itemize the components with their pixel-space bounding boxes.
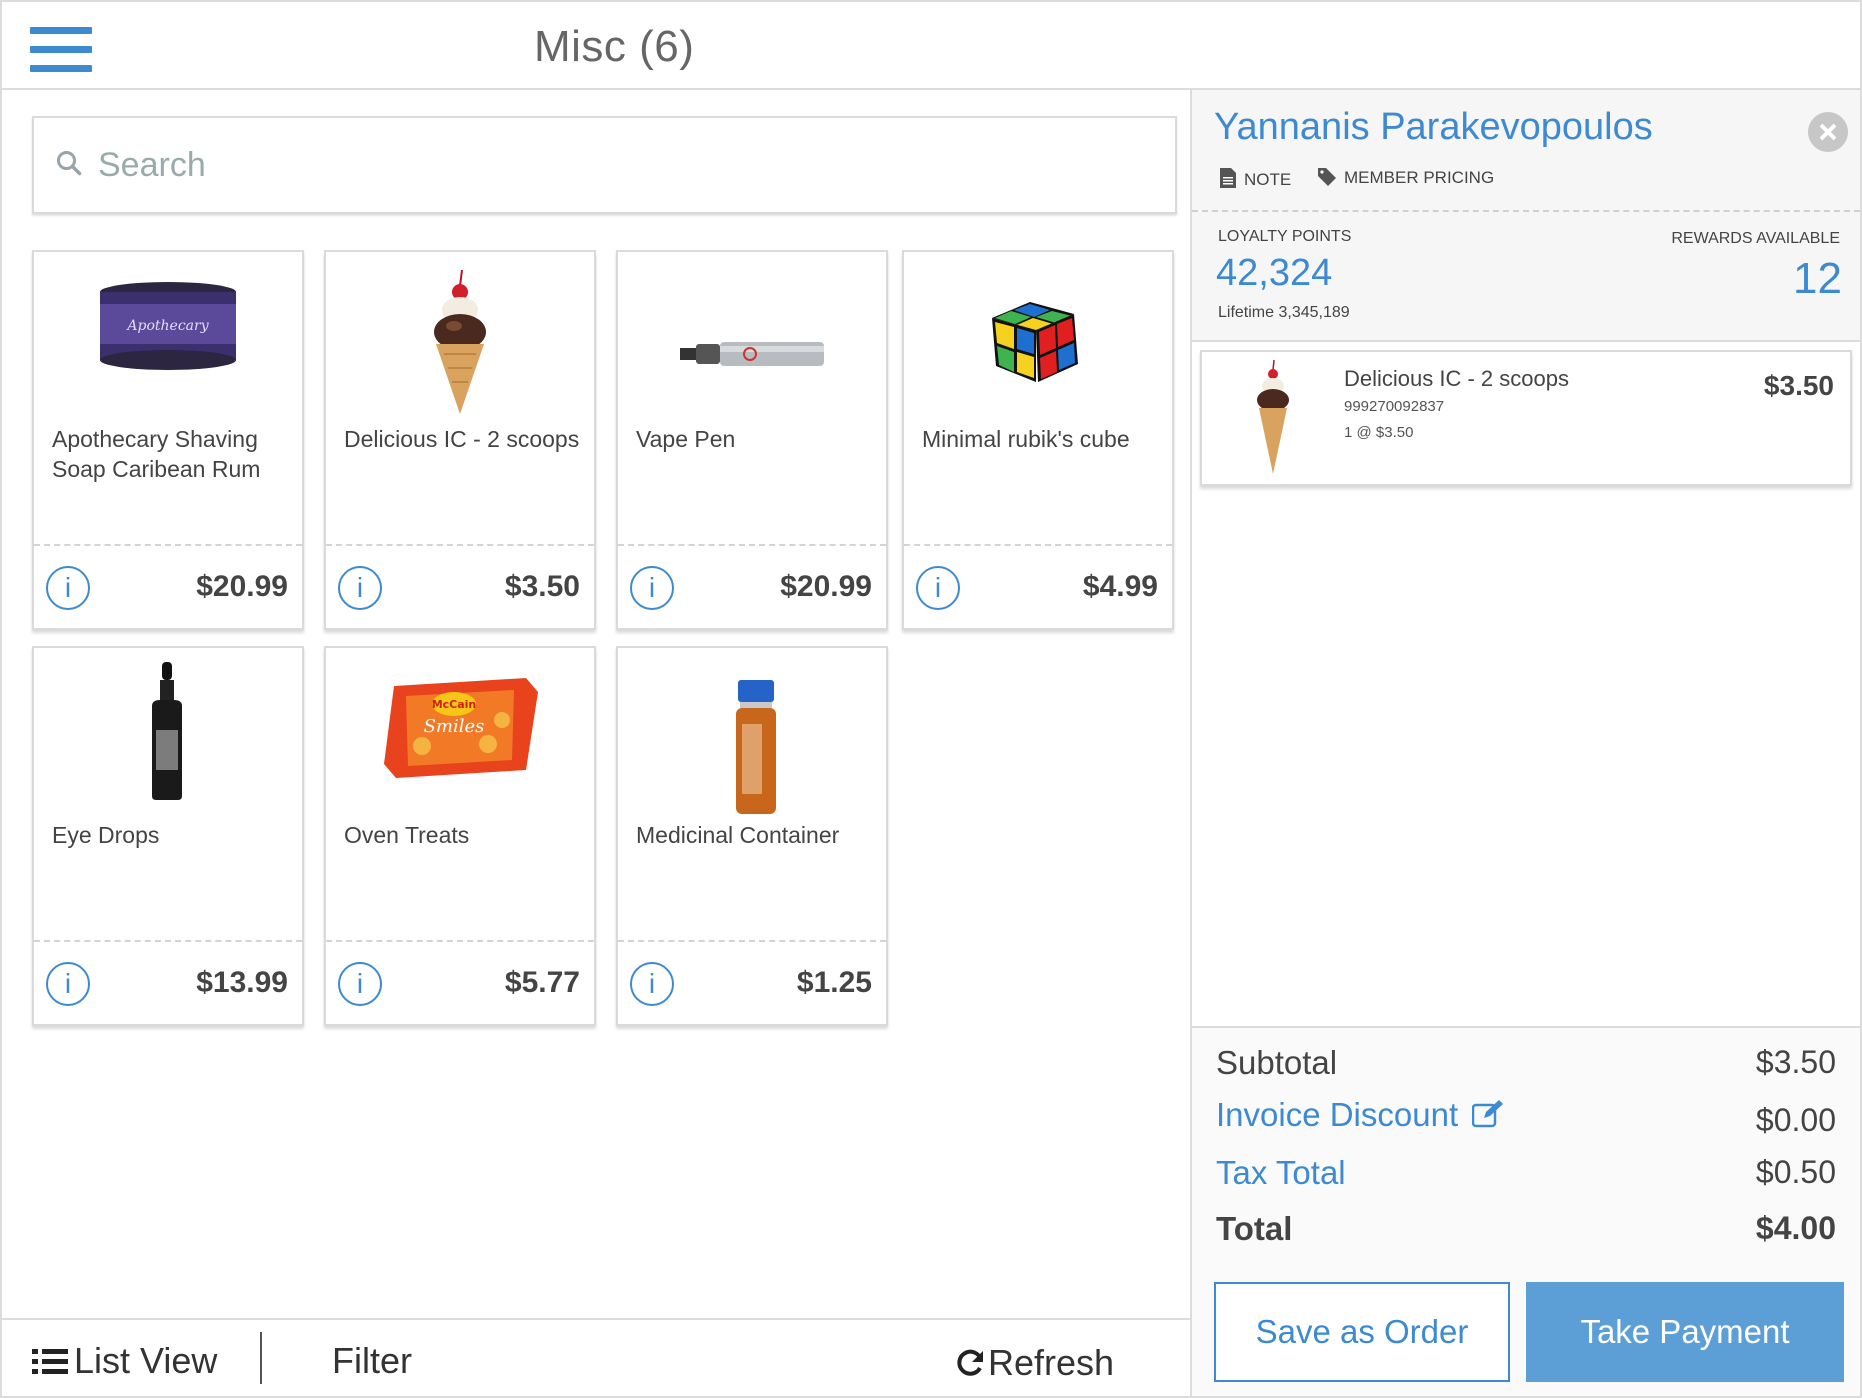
- smiles-bag-image: McCain Smiles: [326, 660, 594, 828]
- refresh-label: Refresh: [988, 1342, 1115, 1383]
- ice-cream-cone-image: [326, 264, 594, 432]
- product-card[interactable]: Minimal rubik's cube i $4.99: [902, 250, 1174, 630]
- total-label: Total: [1216, 1210, 1293, 1247]
- product-name: Vape Pen: [636, 426, 736, 452]
- cart-line-item[interactable]: Delicious IC - 2 scoops 999270092837 1 @…: [1200, 350, 1852, 486]
- page-title: Misc (6): [534, 22, 695, 71]
- info-icon[interactable]: i: [338, 962, 382, 1006]
- search-input[interactable]: [98, 136, 1158, 194]
- product-price: $3.50: [504, 570, 580, 603]
- svg-text:McCain: McCain: [432, 698, 477, 711]
- list-view-button[interactable]: List View: [32, 1340, 217, 1382]
- product-price: $5.77: [504, 966, 580, 999]
- invoice-discount-button[interactable]: Invoice Discount: [1216, 1096, 1504, 1134]
- subtotal-value: $3.50: [1755, 1044, 1836, 1080]
- save-as-order-button[interactable]: Save as Order: [1214, 1282, 1510, 1382]
- info-icon[interactable]: i: [630, 962, 674, 1006]
- loyalty-points-value: 42,324: [1216, 252, 1333, 294]
- product-name: Minimal rubik's cube: [922, 426, 1130, 452]
- lifetime-points: Lifetime 3,345,189: [1218, 304, 1350, 321]
- card-divider: [326, 940, 594, 942]
- product-card[interactable]: Vape Pen i $20.99: [616, 250, 888, 630]
- invoice-discount-label: Invoice Discount: [1216, 1096, 1459, 1133]
- card-divider: [34, 544, 302, 546]
- bottom-toolbar: List View Filter Refresh: [2, 1318, 1190, 1396]
- note-button[interactable]: NOTE: [1220, 168, 1291, 190]
- info-icon[interactable]: i: [630, 566, 674, 610]
- product-price: $20.99: [196, 570, 288, 603]
- search-box[interactable]: [32, 116, 1177, 214]
- hamburger-menu-icon[interactable]: [30, 27, 92, 73]
- info-icon[interactable]: i: [46, 566, 90, 610]
- member-pricing-label: MEMBER PRICING: [1344, 168, 1495, 187]
- line-item-quantity: 1 @ $3.50: [1344, 424, 1414, 441]
- customer-name[interactable]: Yannanis Parakevopoulos: [1214, 106, 1653, 149]
- tax-total-value: $0.50: [1755, 1154, 1836, 1190]
- card-divider: [904, 544, 1172, 546]
- info-icon[interactable]: i: [916, 566, 960, 610]
- invoice-discount-value: $0.00: [1755, 1102, 1836, 1138]
- product-price: $20.99: [780, 570, 872, 603]
- card-divider: [34, 940, 302, 942]
- top-bar: Misc (6): [2, 2, 1860, 90]
- info-icon[interactable]: i: [46, 962, 90, 1006]
- product-name: Delicious IC - 2 scoops: [344, 426, 580, 452]
- note-label: NOTE: [1244, 170, 1292, 189]
- product-name: Eye Drops: [52, 822, 160, 848]
- note-icon: [1220, 168, 1236, 188]
- product-card[interactable]: McCain Smiles Oven Treats i $5.77: [324, 646, 596, 1026]
- card-divider: [618, 940, 886, 942]
- loyalty-points-label: LOYALTY POINTS: [1218, 228, 1352, 245]
- line-item-name: Delicious IC - 2 scoops: [1344, 366, 1569, 391]
- dropper-bottle-image: [34, 660, 302, 828]
- edit-icon: [1471, 1100, 1504, 1128]
- list-icon: [32, 1349, 68, 1374]
- apothecary-jar-image: Apothecary: [34, 264, 302, 432]
- product-price: $4.99: [1082, 570, 1158, 603]
- rubiks-cube-image: [904, 264, 1172, 432]
- member-pricing-button[interactable]: MEMBER PRICING: [1318, 168, 1494, 188]
- tax-total-label[interactable]: Tax Total: [1216, 1154, 1346, 1192]
- vape-pen-image: [618, 264, 886, 432]
- card-divider: [618, 544, 886, 546]
- loyalty-panel: LOYALTY POINTS 42,324 Lifetime 3,345,189…: [1192, 212, 1860, 342]
- filter-button[interactable]: Filter: [332, 1340, 412, 1382]
- svg-text:Apothecary: Apothecary: [125, 318, 209, 334]
- product-card[interactable]: Eye Drops i $13.99: [32, 646, 304, 1026]
- rewards-available-label: REWARDS AVAILABLE: [1671, 230, 1840, 247]
- cart-pane: Yannanis Parakevopoulos NOTE MEMBER PRIC…: [1190, 90, 1860, 1396]
- ice-cream-cone-image: [1212, 356, 1332, 482]
- product-price: $13.99: [196, 966, 288, 999]
- rewards-available-value: 12: [1793, 254, 1842, 303]
- subtotal-label: Subtotal: [1216, 1044, 1338, 1081]
- product-card[interactable]: Apothecary Apothecary Shaving Soap Carib…: [32, 250, 304, 630]
- list-view-label: List View: [74, 1340, 218, 1381]
- info-icon[interactable]: i: [338, 566, 382, 610]
- take-payment-button[interactable]: Take Payment: [1526, 1282, 1844, 1382]
- search-icon: [57, 151, 82, 176]
- refresh-button[interactable]: Refresh: [956, 1342, 1114, 1384]
- close-icon[interactable]: [1808, 112, 1848, 152]
- product-price: $1.25: [796, 966, 872, 999]
- vial-image: [618, 660, 886, 828]
- product-pane: Apothecary Apothecary Shaving Soap Carib…: [2, 90, 1190, 1396]
- tag-icon: [1318, 168, 1336, 186]
- product-name: Oven Treats: [344, 822, 470, 848]
- toolbar-divider: [260, 1332, 262, 1384]
- product-card[interactable]: Delicious IC - 2 scoops i $3.50: [324, 250, 596, 630]
- line-item-price: $3.50: [1763, 370, 1834, 401]
- svg-text:Smiles: Smiles: [424, 716, 485, 737]
- product-name: Apothecary Shaving Soap Caribean Rum: [52, 426, 261, 482]
- product-card[interactable]: Medicinal Container i $1.25: [616, 646, 888, 1026]
- refresh-icon: [957, 1349, 983, 1376]
- customer-header: Yannanis Parakevopoulos NOTE MEMBER PRIC…: [1192, 90, 1860, 212]
- total-value: $4.00: [1755, 1210, 1836, 1246]
- line-item-sku: 999270092837: [1344, 398, 1445, 415]
- card-divider: [326, 544, 594, 546]
- product-name: Medicinal Container: [636, 822, 840, 848]
